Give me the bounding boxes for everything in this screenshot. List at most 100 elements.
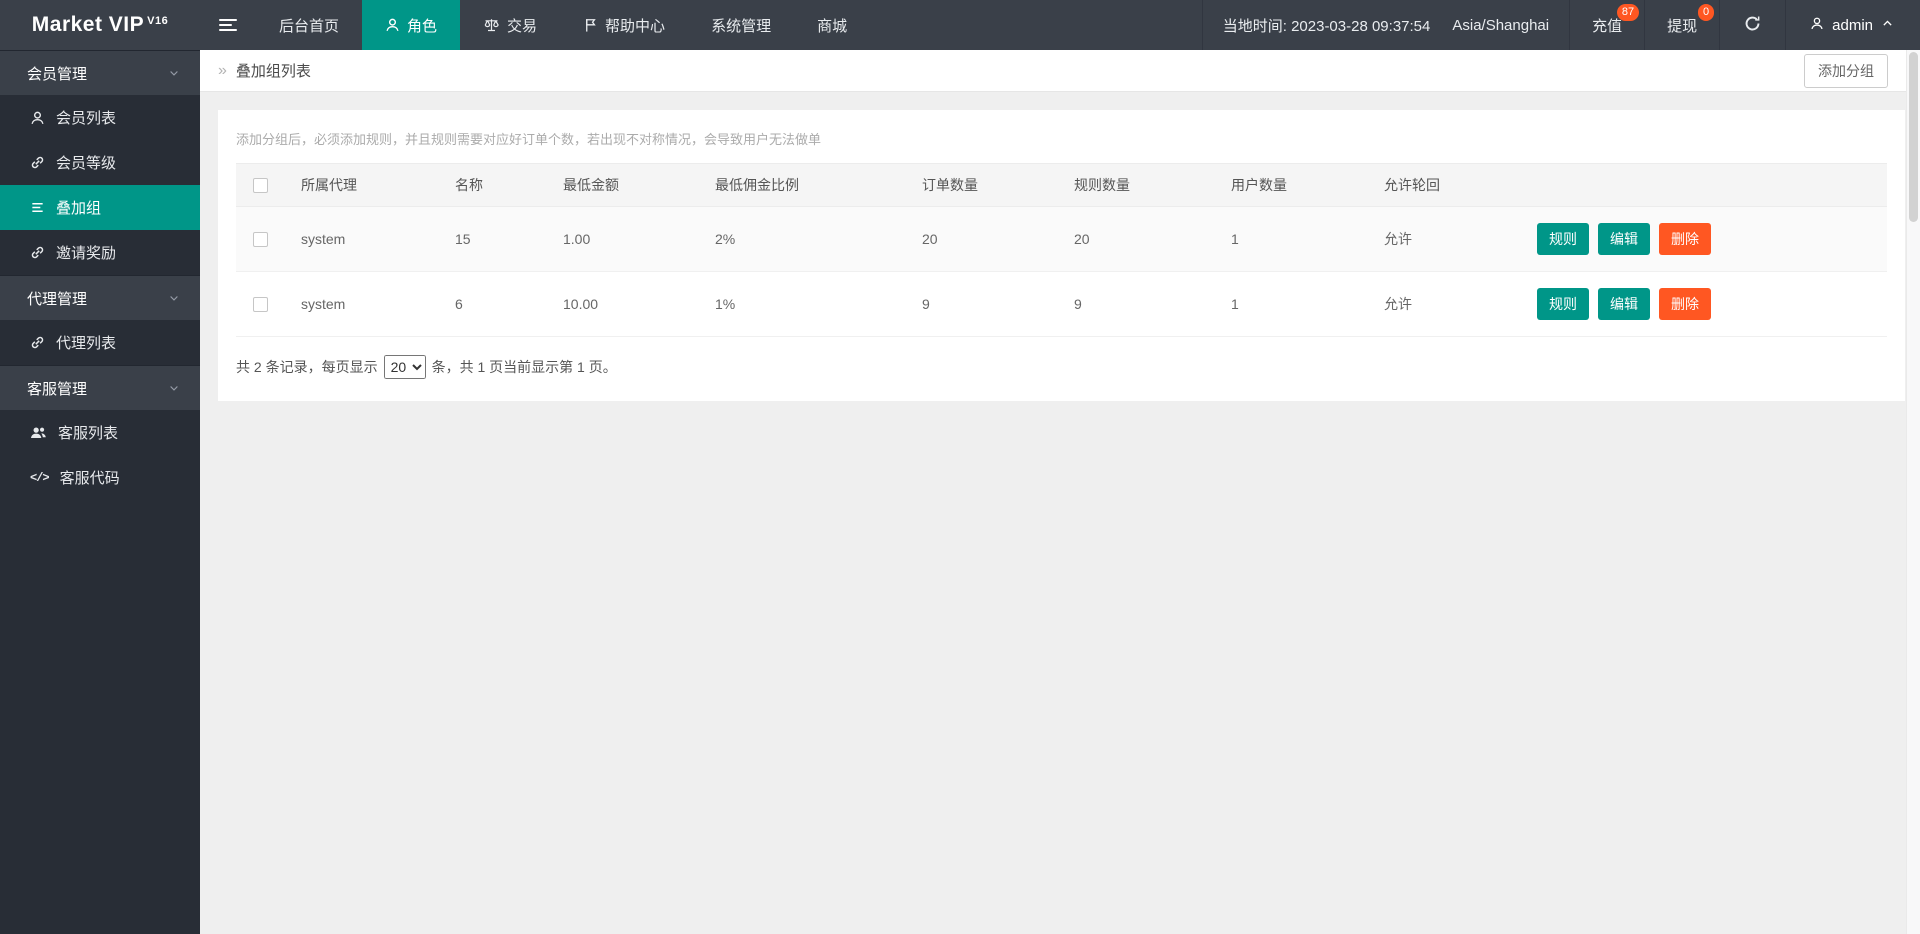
sidebar-item-agent-list[interactable]: 代理列表 — [0, 320, 200, 365]
app-root: Market VIP V16 后台首页 角色 交易 帮助中心 系统管理 商城 当… — [0, 0, 1920, 934]
sidebar-item-label: 客服列表 — [58, 425, 119, 442]
select-all-checkbox[interactable] — [253, 177, 268, 193]
sidebar-section-label: 会员管理 — [27, 65, 88, 83]
recharge-button[interactable]: 充值 87 — [1569, 0, 1644, 50]
nav-item-dashboard[interactable]: 后台首页 — [256, 0, 362, 50]
cell-user-count: 1 — [1214, 206, 1367, 272]
delete-button[interactable]: 删除 — [1659, 288, 1711, 320]
user-icon — [385, 17, 400, 33]
sidebar-item-label: 叠加组 — [56, 200, 102, 217]
hint-text: 添加分组后，必须添加规则，并且规则需要对应好订单个数，若出现不对称情况，会导致用… — [236, 132, 822, 147]
flag-icon — [583, 17, 598, 33]
cell-allow-loop: 允许 — [1367, 206, 1520, 272]
cell-rule-count: 9 — [1057, 271, 1214, 337]
sidebar-section-members[interactable]: 会员管理 — [0, 50, 200, 95]
col-name: 名称 — [438, 163, 546, 207]
nav-item-trade[interactable]: 交易 — [460, 0, 560, 50]
link-icon — [30, 155, 45, 170]
sidebar-item-stack-group[interactable]: 叠加组 — [0, 185, 200, 230]
withdraw-label: 提现 — [1667, 17, 1698, 35]
row-checkbox[interactable] — [253, 296, 268, 312]
top-navbar: Market VIP V16 后台首页 角色 交易 帮助中心 系统管理 商城 当… — [0, 0, 1920, 50]
cell-order-count: 20 — [905, 206, 1057, 272]
nav-item-label: 商城 — [817, 17, 848, 35]
sidebar-item-label: 会员列表 — [56, 110, 117, 127]
sidebar-section-label: 代理管理 — [27, 290, 88, 308]
page-title: 叠加组列表 — [235, 63, 311, 80]
sidebar-item-label: 代理列表 — [56, 335, 117, 352]
delete-button[interactable]: 删除 — [1659, 223, 1711, 255]
cell-name: 15 — [438, 206, 546, 272]
scales-icon — [483, 17, 500, 33]
col-agent: 所属代理 — [284, 163, 438, 207]
cell-user-count: 1 — [1214, 271, 1367, 337]
add-group-button[interactable]: 添加分组 — [1804, 53, 1888, 88]
sidebar-item-invite-reward[interactable]: 邀请奖励 — [0, 230, 200, 275]
sidebar-item-member-level[interactable]: 会员等级 — [0, 140, 200, 185]
brand-logo: Market VIP V16 — [0, 0, 200, 50]
nav-item-mall[interactable]: 商城 — [794, 0, 870, 50]
sidebar-item-label: 邀请奖励 — [56, 245, 117, 262]
cell-min-amount: 10.00 — [546, 271, 698, 337]
withdraw-badge: 0 — [1698, 4, 1715, 21]
nav-item-label: 交易 — [507, 17, 538, 35]
col-user-count: 用户数量 — [1214, 163, 1367, 207]
refresh-button[interactable] — [1719, 0, 1785, 50]
navbar-right: 当地时间: 2023-03-28 09:37:54 Asia/Shanghai … — [1201, 0, 1920, 50]
cell-order-count: 9 — [905, 271, 1057, 337]
content-card: 添加分组后，必须添加规则，并且规则需要对应好订单个数，若出现不对称情况，会导致用… — [218, 110, 1905, 401]
scrollbar[interactable] — [1906, 50, 1920, 934]
page-size-select[interactable]: 20 — [383, 355, 426, 379]
col-min-amount: 最低金额 — [546, 163, 698, 207]
nav-item-system[interactable]: 系统管理 — [688, 0, 794, 50]
user-icon — [1810, 16, 1824, 35]
cell-allow-loop: 允许 — [1367, 271, 1520, 337]
nav-item-roles[interactable]: 角色 — [362, 0, 461, 50]
sidebar-item-support-code[interactable]: </> 客服代码 — [0, 455, 200, 500]
pagination: 共 2 条记录，每页显示 20 条，共 1 页当前显示第 1 页。 — [236, 355, 1887, 379]
recharge-badge: 87 — [1616, 4, 1640, 21]
nav-item-label: 后台首页 — [279, 17, 340, 35]
local-time: 当地时间: 2023-03-28 09:37:54 — [1222, 17, 1431, 35]
pagination-prefix: 共 2 条记录，每页显示 — [236, 359, 378, 375]
nav-item-label: 系统管理 — [711, 17, 772, 35]
pagination-suffix: 条，共 1 页当前显示第 1 页。 — [431, 359, 617, 375]
nav-item-help[interactable]: 帮助中心 — [560, 0, 688, 50]
timezone: Asia/Shanghai — [1452, 16, 1550, 34]
col-order-count: 订单数量 — [905, 163, 1057, 207]
nav-item-label: 帮助中心 — [605, 17, 666, 35]
row-checkbox[interactable] — [253, 231, 268, 247]
edit-button[interactable]: 编辑 — [1598, 288, 1650, 320]
main-nav: 后台首页 角色 交易 帮助中心 系统管理 商城 — [256, 0, 870, 50]
rule-button[interactable]: 规则 — [1537, 223, 1589, 255]
chevron-down-icon — [168, 382, 180, 394]
col-rule-count: 规则数量 — [1057, 163, 1214, 207]
sidebar-section-support[interactable]: 客服管理 — [0, 365, 200, 410]
sidebar-item-support-list[interactable]: 客服列表 — [0, 410, 200, 455]
list-icon — [30, 200, 45, 215]
edit-button[interactable]: 编辑 — [1598, 223, 1650, 255]
sidebar-toggle-icon[interactable] — [200, 0, 256, 50]
nav-item-label: 角色 — [407, 17, 438, 35]
sidebar-section-agents[interactable]: 代理管理 — [0, 275, 200, 320]
sidebar: 会员管理 会员列表 会员等级 叠加组 邀请奖励 代理管理 代理列表 客服管理 客… — [0, 50, 200, 934]
breadcrumb-icon: » — [218, 61, 227, 79]
user-icon — [30, 110, 45, 126]
cell-name: 6 — [438, 271, 546, 337]
link-icon — [30, 245, 45, 260]
scrollbar-thumb[interactable] — [1909, 52, 1918, 222]
admin-username: admin — [1832, 16, 1873, 34]
table-row: system 6 10.00 1% 9 9 1 允许 规则 编辑 删除 — [236, 271, 1887, 337]
refresh-icon — [1744, 15, 1761, 36]
sidebar-item-member-list[interactable]: 会员列表 — [0, 95, 200, 140]
table-header-row: 所属代理 名称 最低金额 最低佣金比例 订单数量 规则数量 用户数量 允许轮回 — [236, 163, 1887, 207]
cell-agent: system — [284, 271, 438, 337]
col-allow-loop: 允许轮回 — [1367, 163, 1520, 207]
withdraw-button[interactable]: 提现 0 — [1644, 0, 1719, 50]
chevron-down-icon — [168, 67, 180, 79]
admin-menu[interactable]: admin — [1785, 0, 1920, 50]
groups-table: 所属代理 名称 最低金额 最低佣金比例 订单数量 规则数量 用户数量 允许轮回 … — [236, 163, 1887, 337]
sidebar-item-label: 客服代码 — [59, 470, 120, 487]
rule-button[interactable]: 规则 — [1537, 288, 1589, 320]
cell-min-amount: 1.00 — [546, 206, 698, 272]
